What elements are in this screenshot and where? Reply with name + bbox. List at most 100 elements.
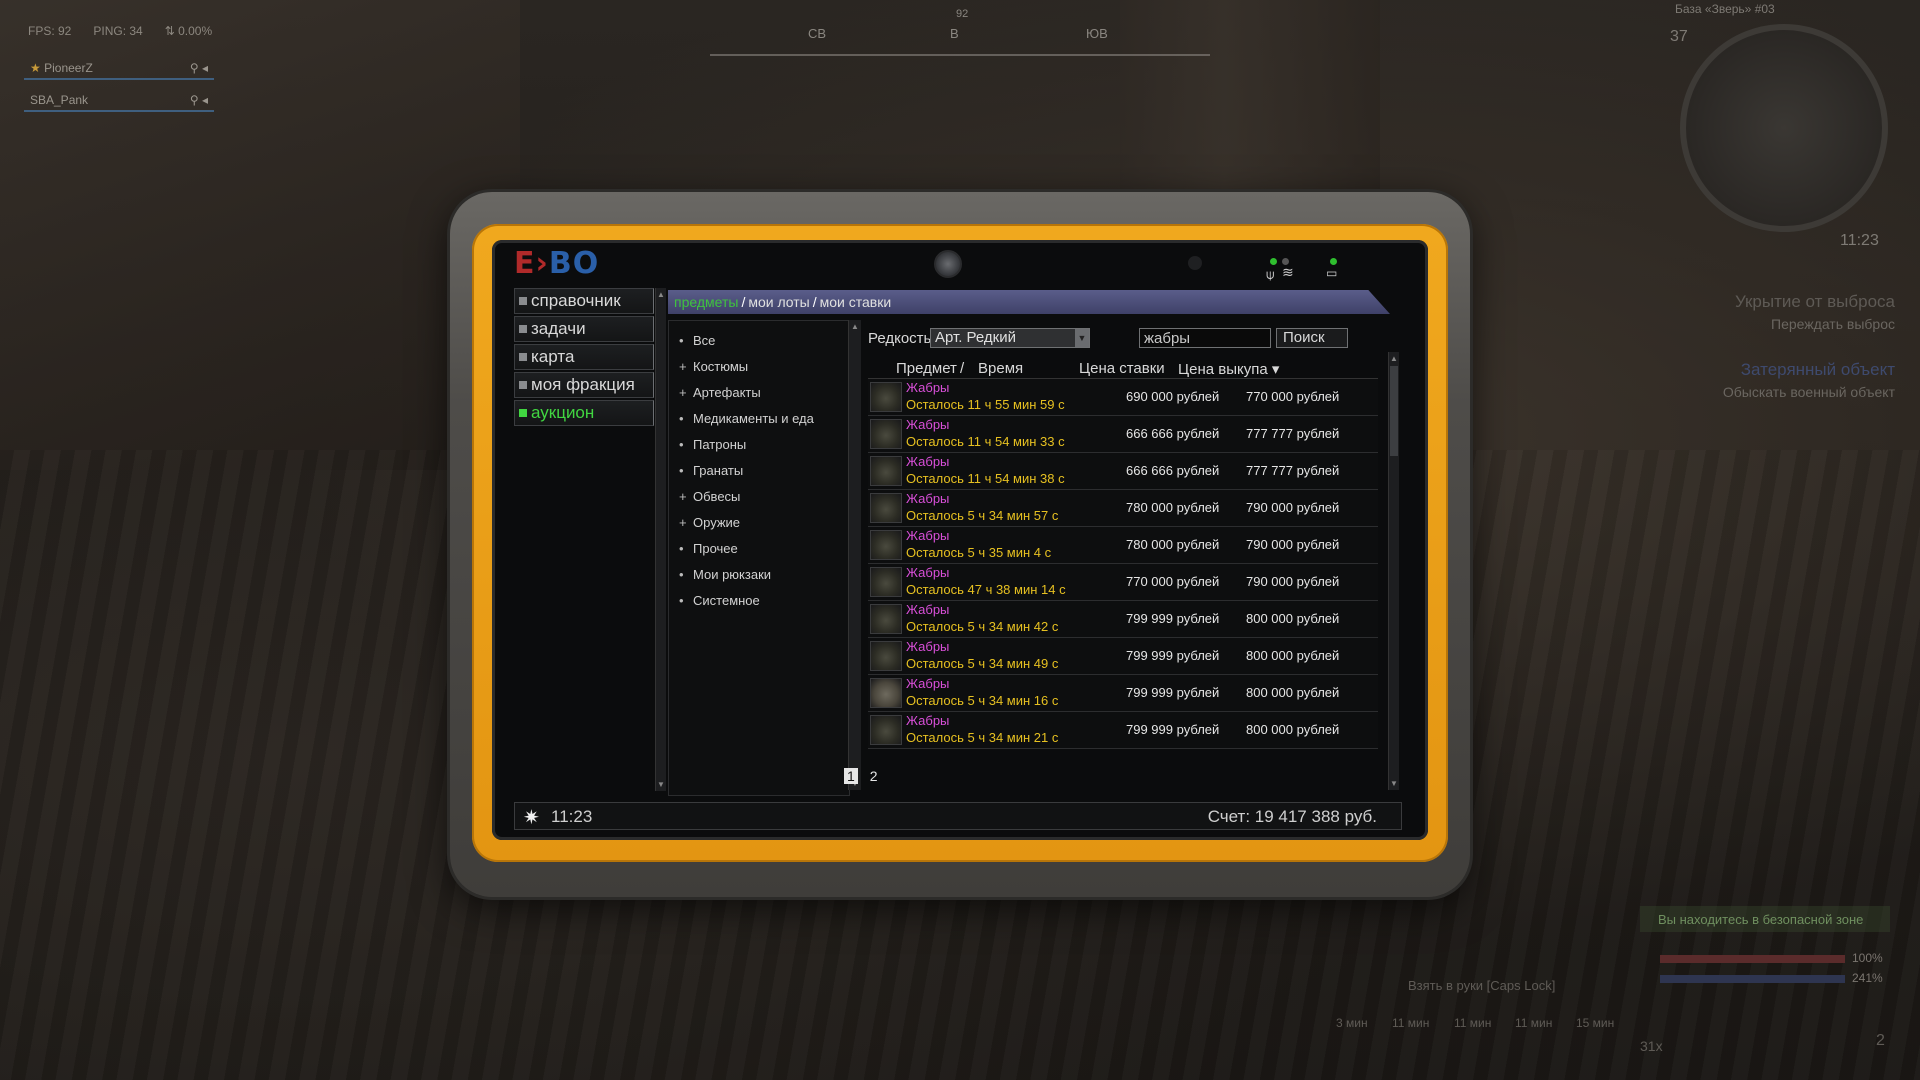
safe-zone-notice: Вы находитесь в безопасной зоне — [1640, 906, 1890, 932]
scroll-thumb[interactable] — [1390, 366, 1398, 456]
category-scrollbar[interactable]: ▲ ▼ — [848, 320, 861, 790]
page-2[interactable]: 2 — [870, 768, 878, 784]
bullet-icon — [519, 325, 527, 333]
item-thumbnail — [870, 419, 902, 449]
search-button[interactable]: Поиск — [1276, 328, 1348, 348]
minimap-time: 11:23 — [1840, 232, 1879, 249]
party-member-name: PioneerZ — [44, 61, 93, 75]
item-bid-price: 799 999 рублей — [1126, 648, 1220, 663]
sidebar-item-auction[interactable]: аукцион — [514, 400, 654, 426]
hotbar-slot-1[interactable]: 3 мин — [1336, 1016, 1368, 1030]
category-item[interactable]: • Медикаменты и еда — [669, 405, 849, 431]
sidebar-item-faction[interactable]: моя фракция — [514, 372, 654, 398]
item-bid-price: 666 666 рублей — [1126, 463, 1220, 478]
category-item[interactable]: + Костюмы — [669, 353, 849, 379]
table-row[interactable]: Жабры Осталось 5 ч 34 мин 57 с 780 000 руб… — [868, 490, 1378, 527]
table-row[interactable]: Жабры Осталось 47 ч 38 мин 14 с 770 000 ру… — [868, 564, 1378, 601]
scroll-up-icon[interactable]: ▲ — [851, 322, 859, 331]
table-row[interactable]: Жабры Осталось 5 ч 34 мин 42 с 799 999 руб… — [868, 601, 1378, 638]
column-time[interactable]: Время — [978, 360, 1023, 377]
item-name: Жабры — [906, 491, 950, 506]
exbo-logo: E›BO — [514, 246, 600, 281]
item-buyout-price: 790 000 рублей — [1246, 574, 1340, 589]
table-row[interactable]: Жабры Осталось 11 ч 55 мин 59 с 690 000 ру… — [868, 379, 1378, 416]
battery-led — [1330, 258, 1337, 265]
chevron-down-icon[interactable]: ▼ — [1075, 329, 1089, 347]
rarity-label: Редкость — [868, 330, 932, 347]
battery-icon: ▭ — [1326, 266, 1338, 280]
packet-loss-readout: ⇅ 0.00% — [164, 24, 213, 38]
hotbar-slot-5[interactable]: 15 мин — [1576, 1016, 1614, 1030]
item-bid-price: 799 999 рублей — [1126, 722, 1220, 737]
scroll-up-icon[interactable]: ▲ — [1390, 354, 1398, 363]
table-row[interactable]: Жабры Осталось 5 ч 34 мин 49 с 799 999 руб… — [868, 638, 1378, 675]
item-buyout-price: 790 000 рублей — [1246, 537, 1340, 552]
item-time-left: Осталось 11 ч 55 мин 59 с — [906, 397, 1065, 412]
hotbar-slot-3[interactable]: 11 мин — [1454, 1016, 1491, 1030]
sidebar-item-label: моя фракция — [531, 375, 635, 394]
column-bid-price[interactable]: Цена ставки — [1079, 360, 1165, 377]
category-item[interactable]: • Гранаты — [669, 457, 849, 483]
table-row[interactable]: Жабры Осталось 5 ч 34 мин 16 с 799 999 руб… — [868, 675, 1378, 712]
rarity-select[interactable]: Арт. Редкий ▼ — [930, 328, 1090, 348]
compass: 92 СВ В ЮВ — [710, 8, 1210, 80]
sidebar-item-map[interactable]: карта — [514, 344, 654, 370]
auction-pane: предметы / мои лоты / мои ставки • Все + К… — [668, 290, 1400, 796]
fps-readout: FPS: 92 — [28, 24, 72, 38]
category-item[interactable]: • Системное — [669, 587, 849, 613]
category-item[interactable]: + Обвесы — [669, 483, 849, 509]
ammo-count: 31x — [1640, 1038, 1663, 1054]
tab-my-lots[interactable]: мои лоты — [748, 294, 809, 310]
category-item[interactable]: • Все — [669, 327, 849, 353]
tab-items[interactable]: предметы — [674, 294, 738, 310]
item-bid-price: 780 000 рублей — [1126, 537, 1220, 552]
sidebar-scrollbar[interactable]: ▲ ▼ — [655, 288, 666, 791]
item-thumbnail — [870, 456, 902, 486]
sidebar-item-tasks[interactable]: задачи — [514, 316, 654, 342]
hotbar-slot-2[interactable]: 11 мин — [1392, 1016, 1429, 1030]
table-row[interactable]: Жабры Осталось 11 ч 54 мин 38 с 666 666 ру… — [868, 453, 1378, 490]
item-bid-price: 799 999 рублей — [1126, 685, 1220, 700]
table-row[interactable]: Жабры Осталось 5 ч 35 мин 4 с 780 000 рубл… — [868, 527, 1378, 564]
hotbar-slot-4[interactable]: 11 мин — [1515, 1016, 1552, 1030]
bullet-icon — [519, 381, 527, 389]
sidebar-item-reference[interactable]: справочник — [514, 288, 654, 314]
compass-label-se: ЮВ — [1086, 26, 1108, 41]
item-name: Жабры — [906, 528, 950, 543]
column-item[interactable]: Предмет — [896, 360, 957, 377]
tablet-status-bar: ✷ 11:23 Счет: 19 417 388 руб. — [514, 802, 1402, 830]
scroll-down-icon[interactable]: ▼ — [657, 780, 665, 789]
pda-tablet: E›BO ⍦ ≋ ▭ справочник задачи карта моя ф… — [450, 192, 1470, 897]
item-name: Жабры — [906, 454, 950, 469]
category-item[interactable]: • Мои рюкзаки — [669, 561, 849, 587]
category-item[interactable]: • Патроны — [669, 431, 849, 457]
table-row[interactable]: Жабры Осталось 11 ч 54 мин 33 с 666 666 ру… — [868, 416, 1378, 453]
sidebar-item-label: задачи — [531, 319, 586, 338]
category-item[interactable]: • Прочее — [669, 535, 849, 561]
item-bid-price: 780 000 рублей — [1126, 500, 1220, 515]
item-time-left: Осталось 11 ч 54 мин 33 с — [906, 434, 1065, 449]
scroll-down-icon[interactable]: ▼ — [1390, 779, 1398, 788]
item-name: Жабры — [906, 417, 950, 432]
wifi-icon: ≋ — [1282, 264, 1294, 280]
ping-readout: PING: 34 — [93, 24, 143, 38]
tab-my-bids[interactable]: мои ставки — [820, 294, 892, 310]
bullet-icon — [519, 409, 527, 417]
stamina-bar — [1660, 975, 1845, 983]
category-item[interactable]: + Артефакты — [669, 379, 849, 405]
item-time-left: Осталось 5 ч 34 мин 42 с — [906, 619, 1059, 634]
item-thumbnail — [870, 567, 902, 597]
page-1[interactable]: 1 — [844, 768, 858, 784]
search-input[interactable] — [1139, 328, 1271, 348]
scroll-up-icon[interactable]: ▲ — [657, 290, 665, 299]
item-time-left: Осталось 5 ч 34 мин 57 с — [906, 508, 1059, 523]
column-buyout-price[interactable]: Цена выкупа ▾ — [1178, 360, 1279, 378]
item-buyout-price: 777 777 рублей — [1246, 463, 1340, 478]
item-thumbnail — [870, 641, 902, 671]
table-scrollbar[interactable]: ▲ ▼ — [1388, 352, 1399, 790]
quest-2: Затерянный объект Обыскать военный объек… — [1723, 360, 1895, 400]
table-row[interactable]: Жабры Осталось 5 ч 34 мин 21 с 799 999 руб… — [868, 712, 1378, 749]
category-item[interactable]: + Оружие — [669, 509, 849, 535]
item-buyout-price: 777 777 рублей — [1246, 426, 1340, 441]
item-buyout-price: 790 000 рублей — [1246, 500, 1340, 515]
